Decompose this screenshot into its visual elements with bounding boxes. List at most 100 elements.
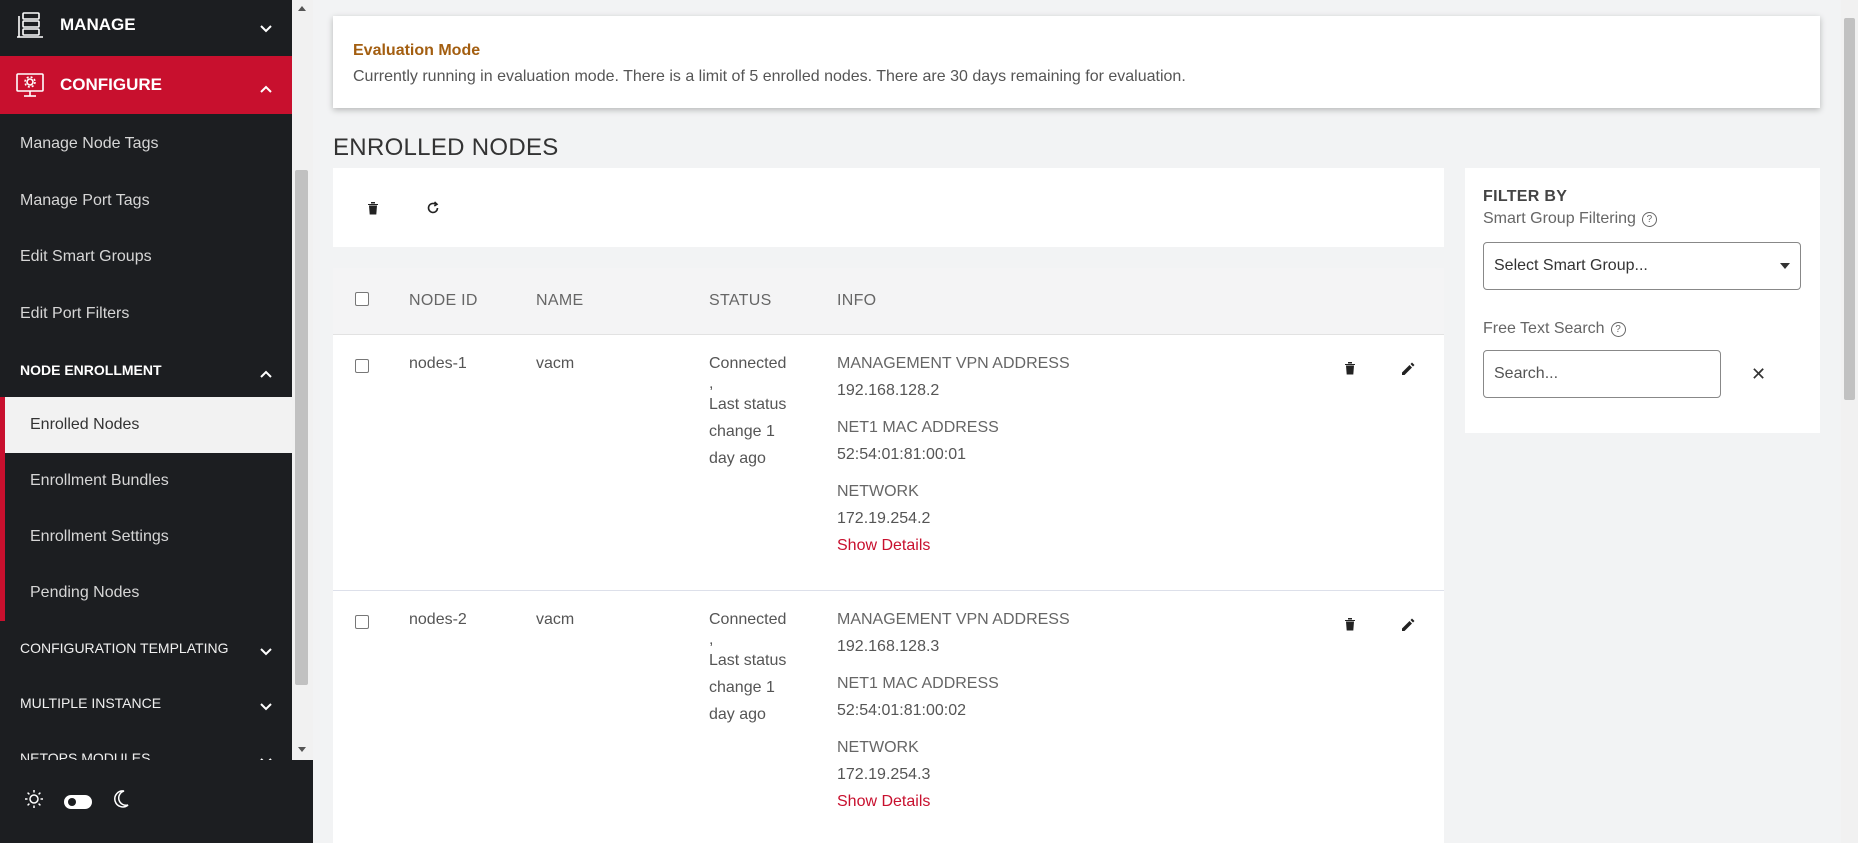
sidebar-scrollbar[interactable] bbox=[292, 0, 313, 760]
trash-icon bbox=[1345, 362, 1355, 375]
info-cell: MANAGEMENT VPN ADDRESS 192.168.128.2 NET… bbox=[837, 350, 1070, 559]
sidebar-section-label: CONFIGURATION TEMPLATING bbox=[20, 640, 229, 656]
column-header-name[interactable]: NAME bbox=[536, 292, 583, 310]
sidebar-item-enrollment-settings[interactable]: Enrollment Settings bbox=[5, 509, 292, 565]
search-row: ✕ bbox=[1483, 350, 1802, 398]
page-scrollbar[interactable] bbox=[1841, 0, 1858, 843]
help-icon[interactable]: ? bbox=[1641, 211, 1657, 227]
sidebar-item-enrollment-bundles[interactable]: Enrollment Bundles bbox=[5, 453, 292, 509]
info-value: 172.19.254.2 bbox=[837, 510, 931, 527]
chevron-down-icon bbox=[260, 18, 272, 38]
sidebar-item-label: Enrollment Bundles bbox=[30, 472, 169, 489]
chevron-down-icon bbox=[260, 698, 272, 714]
info-label: MANAGEMENT VPN ADDRESS bbox=[837, 355, 1070, 372]
free-text-search-label: Free Text Search ? bbox=[1483, 320, 1802, 338]
status-text: day ago bbox=[709, 450, 766, 467]
sidebar-scroll-area: MANAGE CONFIGURE Manage Node Tags Manage… bbox=[0, 0, 292, 760]
caret-down-icon bbox=[1780, 263, 1790, 269]
table-header: NODE ID NAME STATUS INFO bbox=[333, 268, 1444, 335]
sidebar: MANAGE CONFIGURE Manage Node Tags Manage… bbox=[0, 0, 292, 843]
pencil-icon bbox=[1401, 362, 1414, 375]
chevron-down-icon bbox=[260, 753, 272, 760]
main-content: Evaluation Mode Currently running in eva… bbox=[313, 0, 1858, 843]
page-scrollbar-thumb[interactable] bbox=[1844, 18, 1855, 400]
sidebar-item-enrolled-nodes[interactable]: Enrolled Nodes bbox=[5, 397, 292, 453]
sidebar-menu-manage[interactable]: MANAGE bbox=[0, 0, 292, 54]
free-text-label-text: Free Text Search bbox=[1483, 320, 1605, 337]
trash-icon bbox=[368, 201, 378, 214]
chevron-up-icon bbox=[260, 365, 272, 381]
table-row: nodes-1 vacm Connected , Last status cha… bbox=[333, 336, 1444, 591]
scroll-down-arrow-icon[interactable] bbox=[298, 747, 306, 752]
sidebar-section-configuration-templating[interactable]: CONFIGURATION TEMPLATING bbox=[0, 621, 292, 675]
monitor-gear-icon bbox=[14, 69, 46, 101]
smart-group-select[interactable]: Select Smart Group... bbox=[1483, 242, 1801, 290]
sidebar-item-pending-nodes[interactable]: Pending Nodes bbox=[5, 565, 292, 621]
status-cell: Connected , Last status change 1 day ago bbox=[709, 606, 786, 728]
sidebar-section-node-enrollment[interactable]: NODE ENROLLMENT bbox=[0, 343, 292, 397]
node-id-cell: nodes-1 bbox=[409, 355, 467, 372]
theme-switcher bbox=[0, 760, 313, 843]
delete-node-button[interactable] bbox=[1340, 614, 1360, 634]
status-text: change 1 bbox=[709, 423, 775, 440]
node-id-cell: nodes-2 bbox=[409, 611, 467, 628]
info-value: 52:54:01:81:00:02 bbox=[837, 702, 967, 719]
refresh-icon bbox=[427, 200, 439, 213]
table-row: nodes-2 vacm Connected , Last status cha… bbox=[333, 592, 1444, 843]
show-details-link[interactable]: Show Details bbox=[837, 532, 1070, 559]
sun-icon[interactable] bbox=[24, 789, 44, 814]
edit-node-button[interactable] bbox=[1398, 614, 1418, 634]
sidebar-section-label: NETOPS MODULES bbox=[20, 750, 151, 760]
moon-icon[interactable] bbox=[112, 789, 130, 814]
sidebar-section-netops-modules[interactable]: NETOPS MODULES bbox=[0, 731, 292, 760]
delete-selected-button[interactable] bbox=[363, 198, 383, 218]
sidebar-section-label: MULTIPLE INSTANCE bbox=[20, 695, 162, 711]
row-checkbox[interactable] bbox=[355, 615, 369, 629]
status-text: , bbox=[709, 375, 714, 392]
status-text: change 1 bbox=[709, 679, 775, 696]
sidebar-item-label: Pending Nodes bbox=[30, 584, 140, 601]
theme-toggle[interactable] bbox=[64, 794, 92, 809]
sidebar-scrollbar-thumb[interactable] bbox=[295, 170, 308, 685]
column-header-status[interactable]: STATUS bbox=[709, 292, 772, 310]
select-all-checkbox[interactable] bbox=[355, 292, 369, 306]
delete-node-button[interactable] bbox=[1340, 358, 1360, 378]
sidebar-menu-label: MANAGE bbox=[60, 15, 136, 34]
clear-search-icon[interactable]: ✕ bbox=[1751, 364, 1766, 385]
sidebar-item-manage-node-tags[interactable]: Manage Node Tags bbox=[0, 116, 292, 172]
status-text: Last status bbox=[709, 396, 787, 413]
status-cell: Connected , Last status change 1 day ago bbox=[709, 350, 786, 472]
column-header-node-id[interactable]: NODE ID bbox=[409, 292, 478, 310]
search-input[interactable] bbox=[1483, 350, 1721, 398]
evaluation-banner-message: Currently running in evaluation mode. Th… bbox=[353, 68, 1186, 85]
sidebar-item-label: Edit Port Filters bbox=[20, 305, 130, 322]
sidebar-menu-label: CONFIGURE bbox=[60, 75, 162, 94]
sidebar-item-edit-port-filters[interactable]: Edit Port Filters bbox=[0, 286, 292, 342]
scroll-up-arrow-icon[interactable] bbox=[298, 6, 306, 11]
sidebar-menu-configure[interactable]: CONFIGURE bbox=[0, 56, 292, 114]
refresh-button[interactable] bbox=[423, 198, 443, 218]
node-name-cell: vacm bbox=[536, 355, 575, 372]
row-checkbox[interactable] bbox=[355, 359, 369, 373]
pencil-icon bbox=[1401, 618, 1414, 631]
show-details-link[interactable]: Show Details bbox=[837, 788, 1070, 815]
sidebar-item-manage-port-tags[interactable]: Manage Port Tags bbox=[0, 173, 292, 229]
sidebar-item-edit-smart-groups[interactable]: Edit Smart Groups bbox=[0, 229, 292, 285]
node-enrollment-group: Enrolled Nodes Enrollment Bundles Enroll… bbox=[0, 397, 292, 621]
node-name-cell: vacm bbox=[536, 611, 575, 628]
smart-group-label-text: Smart Group Filtering bbox=[1483, 210, 1636, 227]
sidebar-section-multiple-instance[interactable]: MULTIPLE INSTANCE bbox=[0, 676, 292, 730]
status-text: , bbox=[709, 631, 714, 648]
smart-group-filter-label: Smart Group Filtering ? bbox=[1483, 210, 1802, 228]
info-value: 52:54:01:81:00:01 bbox=[837, 446, 967, 463]
edit-node-button[interactable] bbox=[1398, 358, 1418, 378]
info-label: NETWORK bbox=[837, 483, 919, 500]
help-icon[interactable]: ? bbox=[1610, 321, 1626, 337]
info-value: 172.19.254.3 bbox=[837, 766, 931, 783]
info-label: MANAGEMENT VPN ADDRESS bbox=[837, 611, 1070, 628]
info-label: NETWORK bbox=[837, 739, 919, 756]
sidebar-item-label: Enrollment Settings bbox=[30, 528, 169, 545]
server-stack-icon bbox=[14, 9, 46, 41]
info-label: NET1 MAC ADDRESS bbox=[837, 675, 999, 692]
chevron-up-icon bbox=[260, 78, 272, 98]
